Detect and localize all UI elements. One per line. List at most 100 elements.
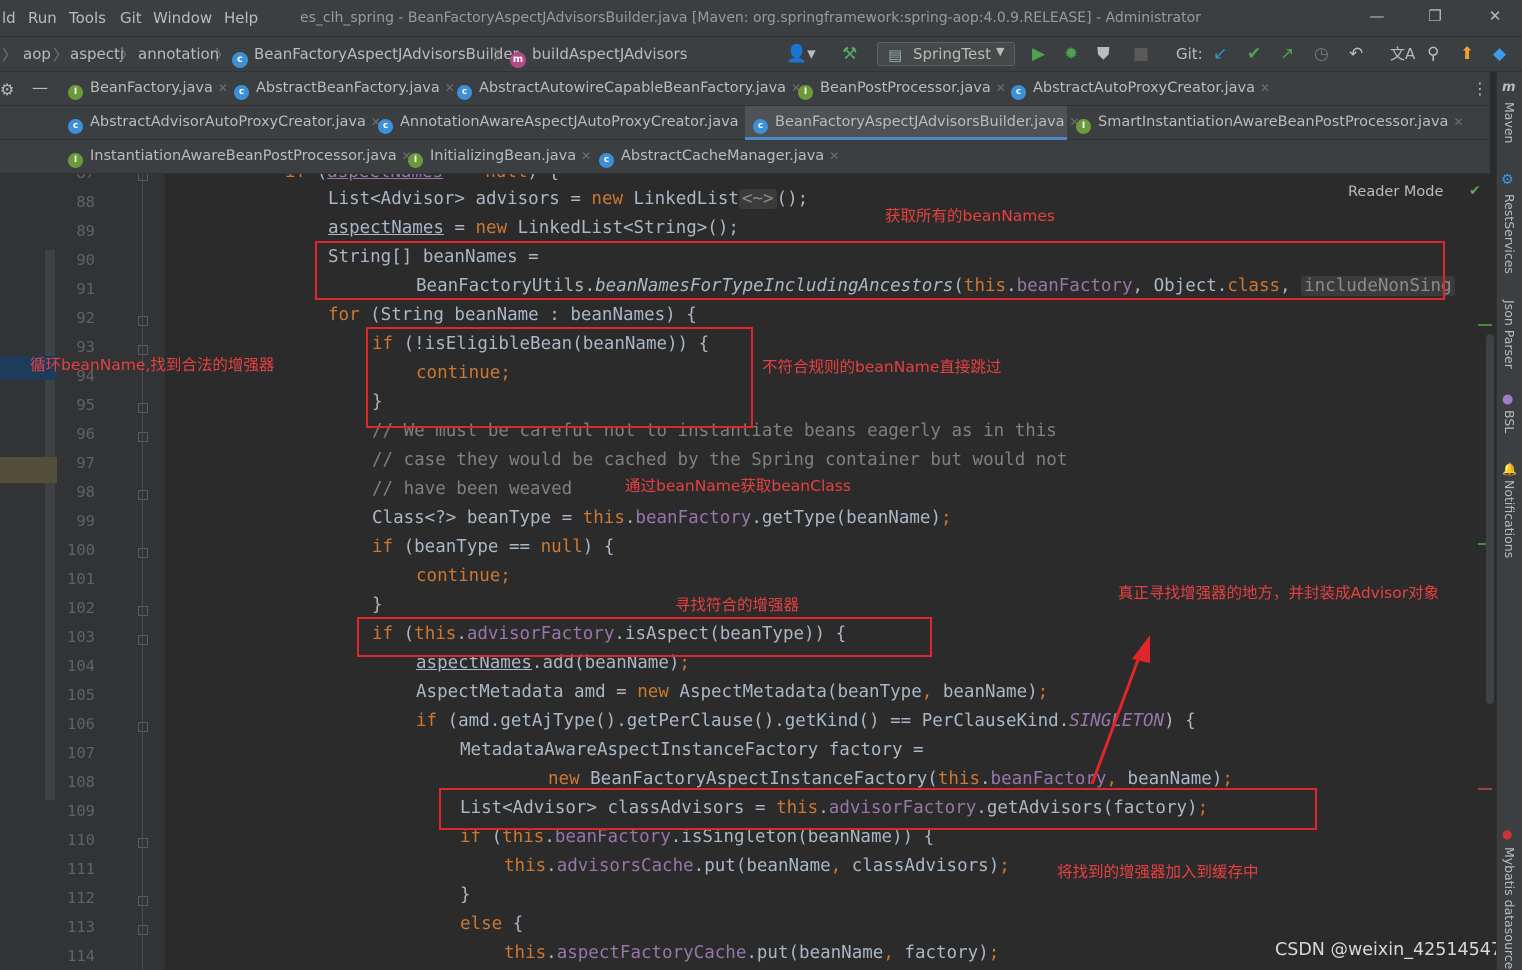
- stop-icon[interactable]: ■: [1133, 45, 1149, 63]
- fold-marker-icon[interactable]: [138, 838, 148, 848]
- annotation-get-beanclass: 通过beanName获取beanClass: [625, 477, 851, 495]
- fold-marker-icon[interactable]: [138, 722, 148, 732]
- marker-stripe: [1478, 324, 1492, 326]
- tab-beanfactory[interactable]: I BeanFactory.java ✕: [60, 72, 228, 106]
- line-number: 108: [67, 773, 95, 791]
- menu-window[interactable]: Window: [153, 9, 212, 27]
- translate-icon[interactable]: 文A: [1390, 45, 1415, 63]
- tab-abstractadvisorautoproxycreator[interactable]: c AbstractAdvisorAutoProxyCreator.java ✕: [60, 106, 381, 140]
- git-update-icon[interactable]: ↙: [1213, 45, 1227, 63]
- hide-icon[interactable]: —: [32, 78, 48, 97]
- git-commit-icon[interactable]: ✔: [1247, 45, 1261, 63]
- line-number: 114: [67, 947, 95, 965]
- restservices-icon: ⚙: [1501, 172, 1514, 188]
- abstract-class-icon: c: [599, 153, 614, 168]
- sidebar-maven[interactable]: Maven: [1502, 102, 1517, 143]
- code-line-98: // have been weaved: [372, 479, 573, 499]
- fold-marker-icon[interactable]: [138, 606, 148, 616]
- close-tab-icon[interactable]: ✕: [1453, 115, 1463, 129]
- notifications-bell-icon: 🔔: [1502, 462, 1517, 476]
- close-tab-icon[interactable]: ✕: [581, 149, 591, 163]
- line-number: 98: [76, 483, 95, 501]
- tab-abstractautoproxycreator[interactable]: c AbstractAutoProxyCreator.java ✕: [1003, 72, 1270, 106]
- tab-initializingbean[interactable]: I InitializingBean.java ✕: [400, 140, 591, 174]
- more-tabs-icon[interactable]: ⋮: [1472, 79, 1488, 98]
- debug-icon[interactable]: ✹: [1064, 45, 1078, 63]
- code-line-111: this.advisorsCache.put(beanName, classAd…: [504, 856, 1010, 876]
- interface-icon: I: [798, 85, 813, 100]
- tab-abstractbeanfactory[interactable]: c AbstractBeanFactory.java ✕: [226, 72, 455, 106]
- breadcrumb-class[interactable]: c BeanFactoryAspectJAdvisorsBuilder: [232, 45, 519, 68]
- code-editor[interactable]: 8788899091929394959697989910010110210310…: [0, 174, 1496, 970]
- tab-instantiationawarebeanpostprocessor[interactable]: I InstantiationAwareBeanPostProcessor.jav…: [60, 140, 412, 174]
- line-number: 106: [67, 715, 95, 733]
- line-number: 111: [67, 860, 95, 878]
- run-configuration-select[interactable]: ▤ SpringTest ▼: [877, 42, 1015, 66]
- menu-git[interactable]: Git: [120, 9, 142, 27]
- breadcrumb-separator: 〉: [2, 46, 18, 64]
- right-tool-sidebar: m Maven ⚙ RestServices Json Parser ● BSL…: [1496, 72, 1522, 970]
- tab-beanfactoryaspectjadvisorsbuilder[interactable]: c BeanFactoryAspectJAdvisorsBuilder.java ✕: [745, 106, 1080, 140]
- code-line-88: List<Advisor> advisors = new LinkedList <…: [328, 189, 809, 209]
- history-icon[interactable]: ◷: [1314, 45, 1329, 63]
- tab-beanpostprocessor[interactable]: I BeanPostProcessor.java ✕: [790, 72, 1006, 106]
- fold-marker-icon[interactable]: [138, 896, 148, 906]
- tab-abstractautowirecapablebeanfactory[interactable]: c AbstractAutowireCapableBeanFactory.java…: [449, 72, 801, 106]
- plugin-icon[interactable]: ◆: [1493, 45, 1506, 63]
- sidebar-mybatis-datasource[interactable]: Mybatis datasource: [1502, 847, 1517, 969]
- menu-build[interactable]: ld: [2, 9, 16, 27]
- breadcrumb-aspectj[interactable]: aspectj: [70, 45, 124, 63]
- close-button[interactable]: ✕: [1480, 7, 1510, 25]
- code-line-87: if (aspectNames == null) {: [285, 174, 559, 182]
- mybatis-icon: ●: [1502, 827, 1513, 841]
- run-icon[interactable]: ▶: [1032, 45, 1045, 63]
- breadcrumb-separator: 〉: [493, 46, 509, 64]
- editor-scrollbar[interactable]: [1486, 334, 1494, 704]
- breadcrumb-method[interactable]: m buildAspectJAdvisors: [510, 45, 688, 68]
- tab-smartinstantiationawarebeanpostprocessor[interactable]: I SmartInstantiationAwareBeanPostProcesso…: [1068, 106, 1464, 140]
- git-push-icon[interactable]: ↗: [1280, 45, 1294, 63]
- menu-help[interactable]: Help: [224, 9, 258, 27]
- breadcrumb-aop[interactable]: aop: [23, 45, 51, 63]
- user-icon[interactable]: 👤▾: [786, 45, 816, 63]
- tab-annotationawareaspectjautoproxycreator[interactable]: c AnnotationAwareAspectJAutoProxyCreator.…: [370, 106, 754, 140]
- menu-tools[interactable]: Tools: [69, 9, 106, 27]
- fold-marker-icon[interactable]: [138, 925, 148, 935]
- sidebar-bsl[interactable]: BSL: [1502, 410, 1517, 433]
- abstract-class-icon: c: [457, 85, 472, 100]
- close-tab-icon[interactable]: ✕: [829, 149, 839, 163]
- settings-gear-icon[interactable]: ⚙: [0, 80, 14, 99]
- fold-marker-icon[interactable]: [138, 432, 148, 442]
- class-icon: c: [232, 52, 248, 68]
- minimize-button[interactable]: —: [1362, 7, 1392, 25]
- line-number: 101: [67, 570, 95, 588]
- tab-abstractcachemanager[interactable]: c AbstractCacheManager.java ✕: [591, 140, 839, 174]
- highlight-box-eligible: [366, 327, 753, 428]
- restore-button[interactable]: ❐: [1420, 7, 1450, 25]
- editor-tabs-row-2: c AbstractAdvisorAutoProxyCreator.java ✕ c…: [0, 106, 1490, 140]
- fold-marker-icon[interactable]: [138, 548, 148, 558]
- update-icon[interactable]: ⬆: [1460, 45, 1474, 63]
- reader-mode-button[interactable]: Reader Mode: [1348, 184, 1443, 200]
- chevron-down-icon: ▼: [996, 45, 1005, 58]
- menu-run[interactable]: Run: [28, 9, 57, 27]
- navigation-bar: 〉 aop 〉 aspectj 〉 annotation 〉 c BeanFact…: [0, 36, 1522, 72]
- check-icon: ✔: [1469, 183, 1481, 199]
- search-icon[interactable]: ⚲: [1427, 45, 1439, 63]
- fold-marker-icon[interactable]: [138, 490, 148, 500]
- close-tab-icon[interactable]: ✕: [1260, 81, 1270, 95]
- build-hammer-icon[interactable]: ⚒: [842, 45, 857, 63]
- breadcrumb-annotation[interactable]: annotation: [138, 45, 219, 63]
- sidebar-json-parser[interactable]: Json Parser: [1502, 300, 1517, 369]
- sidebar-notifications[interactable]: Notifications: [1502, 480, 1517, 558]
- fold-marker-icon[interactable]: [138, 635, 148, 645]
- fold-marker-icon[interactable]: [138, 403, 148, 413]
- abstract-class-icon: c: [1011, 85, 1026, 100]
- fold-marker-icon[interactable]: [138, 174, 148, 181]
- code-line-97: // case they would be cached by the Spri…: [372, 450, 1068, 470]
- sidebar-restservices[interactable]: RestServices: [1502, 194, 1517, 274]
- rollback-icon[interactable]: ↶: [1349, 45, 1363, 63]
- menu-bar: ld Run Tools Git Window Help es_clh_spri…: [0, 0, 1522, 36]
- fold-marker-icon[interactable]: [138, 316, 148, 326]
- coverage-icon[interactable]: ⛊: [1097, 45, 1110, 63]
